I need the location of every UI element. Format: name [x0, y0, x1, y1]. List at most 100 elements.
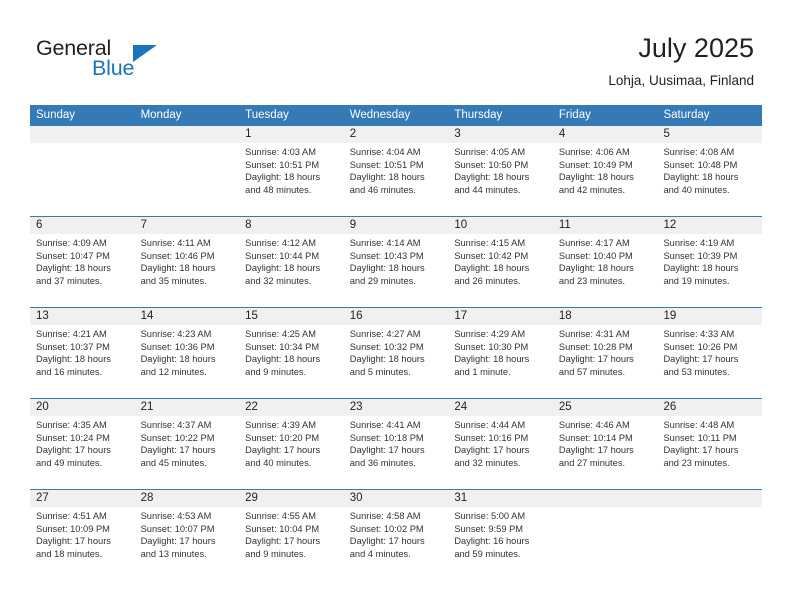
day-cell[interactable]: 11 Sunrise: 4:17 AM Sunset: 10:40 PM Daylig… — [552, 217, 658, 307]
day-cell[interactable]: 4 Sunrise: 4:06 AM Sunset: 10:49 PM Dayligh… — [552, 126, 658, 216]
day-details: Sunrise: 4:14 AM Sunset: 10:43 PM Daylight… — [344, 234, 449, 287]
day-cell[interactable]: 13 Sunrise: 4:21 AM Sunset: 10:37 PM Daylig… — [30, 308, 135, 398]
day-cell[interactable]: 7 Sunrise: 4:11 AM Sunset: 10:46 PM Dayligh… — [134, 217, 240, 307]
daylight-text-line1: Daylight: 18 hours — [349, 263, 425, 274]
day-cell[interactable]: 6 Sunrise: 4:09 AM Sunset: 10:47 PM Dayligh… — [30, 217, 135, 307]
daylight-text-line1: Daylight: 18 hours — [349, 354, 425, 365]
daylight-text-line2: and 19 minutes. — [663, 275, 730, 286]
page-header: General Blue July 2025 Lohja, Uusimaa, F… — [0, 0, 792, 104]
day-cell[interactable]: 16 Sunrise: 4:27 AM Sunset: 10:32 PM Daylig… — [343, 308, 449, 398]
day-cell[interactable]: 28 Sunrise: 4:53 AM Sunset: 10:07 PM Daylig… — [134, 490, 240, 580]
day-number: 3 — [454, 128, 461, 140]
day-cell[interactable]: 19 Sunrise: 4:33 AM Sunset: 10:26 PM Daylig… — [657, 308, 763, 398]
sunrise-text: Sunrise: 4:53 AM — [140, 511, 212, 521]
daylight-text-line1: Daylight: 17 hours — [558, 354, 634, 365]
sunset-text: Sunset: 10:07 PM — [140, 523, 215, 534]
day-cell[interactable]: 10 Sunrise: 4:15 AM Sunset: 10:42 PM Daylig… — [448, 217, 553, 307]
day-number-band: 7 — [134, 217, 240, 234]
day-details: Sunrise: 4:53 AM Sunset: 10:07 PM Daylight… — [135, 507, 240, 560]
day-number: 25 — [558, 401, 572, 413]
daylight-text-line2: and 46 minutes. — [349, 184, 416, 195]
weekday-header-friday: Friday — [558, 109, 591, 121]
sunrise-text: Sunrise: 4:15 AM — [454, 238, 526, 248]
day-number: 13 — [36, 310, 49, 322]
day-cell[interactable]: 26 Sunrise: 4:48 AM Sunset: 10:11 PM Daylig… — [657, 399, 763, 489]
day-details: Sunrise: 4:46 AM Sunset: 10:14 PM Daylight… — [553, 416, 658, 469]
sunset-text: Sunset: 10:39 PM — [663, 250, 738, 261]
day-cell[interactable]: 2 Sunrise: 4:04 AM Sunset: 10:51 PM Dayligh… — [343, 126, 449, 216]
sunrise-text: Sunrise: 4:29 AM — [454, 329, 526, 339]
day-cell[interactable]: 9 Sunrise: 4:14 AM Sunset: 10:43 PM Dayligh… — [343, 217, 449, 307]
sunset-text: Sunset: 10:14 PM — [558, 432, 633, 443]
day-cell[interactable]: 8 Sunrise: 4:12 AM Sunset: 10:44 PM Dayligh… — [239, 217, 344, 307]
sunrise-text: Sunrise: 4:05 AM — [454, 147, 526, 157]
daylight-text-line2: and 29 minutes. — [349, 275, 416, 286]
sunrise-text: Sunrise: 4:58 AM — [349, 511, 421, 521]
day-details: Sunrise: 4:33 AM Sunset: 10:26 PM Daylight… — [657, 325, 762, 378]
day-cell[interactable]: 12 Sunrise: 4:19 AM Sunset: 10:39 PM Daylig… — [657, 217, 763, 307]
day-details: Sunrise: 4:15 AM Sunset: 10:42 PM Daylight… — [448, 234, 553, 287]
sunset-text: Sunset: 10:24 PM — [36, 432, 110, 443]
sunrise-text: Sunrise: 4:37 AM — [140, 420, 212, 430]
daylight-text-line1: Daylight: 18 hours — [36, 263, 111, 274]
day-number: 4 — [558, 128, 566, 140]
sunrise-text: Sunrise: 4:12 AM — [245, 238, 316, 248]
day-number-band: 12 — [657, 217, 763, 234]
day-number-band: 16 — [343, 308, 449, 325]
day-cell[interactable]: 24 Sunrise: 4:44 AM Sunset: 10:16 PM Daylig… — [448, 399, 553, 489]
daylight-text-line1: Daylight: 17 hours — [454, 445, 530, 456]
day-number: 12 — [663, 219, 677, 231]
day-details: Sunrise: 4:25 AM Sunset: 10:34 PM Daylight… — [239, 325, 344, 378]
weekday-header-row: Sunday Monday Tuesday Wednesday Thursday… — [30, 105, 762, 126]
day-cell[interactable]: 18 Sunrise: 4:31 AM Sunset: 10:28 PM Daylig… — [552, 308, 658, 398]
day-cell[interactable]: 14 Sunrise: 4:23 AM Sunset: 10:36 PM Daylig… — [134, 308, 240, 398]
day-cell[interactable]: 22 Sunrise: 4:39 AM Sunset: 10:20 PM Daylig… — [239, 399, 344, 489]
day-cell[interactable]: 17 Sunrise: 4:29 AM Sunset: 10:30 PM Daylig… — [448, 308, 553, 398]
day-number: 7 — [140, 219, 147, 231]
day-details: Sunrise: 4:19 AM Sunset: 10:39 PM Daylight… — [657, 234, 762, 287]
day-details: Sunrise: 4:08 AM Sunset: 10:48 PM Daylight… — [657, 143, 762, 196]
sunset-text: Sunset: 10:51 PM — [349, 159, 424, 170]
day-cell[interactable]: 25 Sunrise: 4:46 AM Sunset: 10:14 PM Daylig… — [552, 399, 658, 489]
daylight-text-line2: and 36 minutes. — [349, 457, 416, 468]
day-cell[interactable]: 15 Sunrise: 4:25 AM Sunset: 10:34 PM Daylig… — [239, 308, 344, 398]
sunrise-text: Sunrise: 4:33 AM — [663, 329, 735, 339]
daylight-text-line2: and 27 minutes. — [558, 457, 626, 468]
day-number-band — [30, 126, 135, 143]
day-cell[interactable]: 30 Sunrise: 4:58 AM Sunset: 10:02 PM Daylig… — [343, 490, 449, 580]
day-number: 9 — [349, 219, 357, 231]
day-details: Sunrise: 4:09 AM Sunset: 10:47 PM Daylight… — [30, 234, 135, 287]
sunset-text: Sunset: 10:40 PM — [558, 250, 633, 261]
day-cell[interactable]: 29 Sunrise: 4:55 AM Sunset: 10:04 PM Daylig… — [239, 490, 344, 580]
day-details: Sunrise: 4:21 AM Sunset: 10:37 PM Daylight… — [30, 325, 135, 378]
daylight-text-line1: Daylight: 18 hours — [454, 172, 530, 183]
sunrise-text: Sunrise: 4:11 AM — [140, 238, 211, 248]
general-blue-logo[interactable]: General Blue — [36, 36, 236, 88]
day-details: Sunrise: 4:17 AM Sunset: 10:40 PM Daylight… — [553, 234, 658, 287]
day-cell[interactable]: 21 Sunrise: 4:37 AM Sunset: 10:22 PM Daylig… — [134, 399, 240, 489]
sunset-text: Sunset: 10:30 PM — [454, 341, 529, 352]
weekday-header-wednesday: Wednesday — [349, 109, 411, 121]
daylight-text-line2: and 26 minutes. — [454, 275, 521, 286]
day-cell[interactable]: 20 Sunrise: 4:35 AM Sunset: 10:24 PM Daylig… — [30, 399, 135, 489]
day-cell[interactable]: 23 Sunrise: 4:41 AM Sunset: 10:18 PM Daylig… — [343, 399, 449, 489]
day-cell[interactable]: 31 Sunrise: 5:00 AM Sunset: 9:59 PM Dayligh… — [448, 490, 553, 580]
sunset-text: Sunset: 10:47 PM — [36, 250, 110, 261]
day-cell[interactable]: 27 Sunrise: 4:51 AM Sunset: 10:09 PM Daylig… — [30, 490, 135, 580]
daylight-text-line2: and 9 minutes. — [245, 548, 307, 559]
sunrise-text: Sunrise: 4:17 AM — [558, 238, 630, 248]
day-number: 27 — [36, 492, 49, 504]
daylight-text-line1: Daylight: 17 hours — [663, 354, 739, 365]
day-cell[interactable]: 5 Sunrise: 4:08 AM Sunset: 10:48 PM Dayligh… — [657, 126, 763, 216]
calendar-grid: Sunday Monday Tuesday Wednesday Thursday… — [30, 105, 763, 580]
daylight-text-line2: and 23 minutes. — [558, 275, 626, 286]
day-cell[interactable]: 3 Sunrise: 4:05 AM Sunset: 10:50 PM Dayligh… — [448, 126, 553, 216]
day-cell — [657, 490, 763, 580]
daylight-text-line2: and 40 minutes. — [245, 457, 312, 468]
day-cell[interactable]: 1 Sunrise: 4:03 AM Sunset: 10:51 PM Dayligh… — [239, 126, 344, 216]
sunrise-text: Sunrise: 4:27 AM — [349, 329, 421, 339]
day-number: 17 — [454, 310, 468, 322]
sunset-text: Sunset: 10:18 PM — [349, 432, 424, 443]
daylight-text-line2: and 23 minutes. — [663, 457, 730, 468]
daylight-text-line1: Daylight: 18 hours — [140, 263, 216, 274]
